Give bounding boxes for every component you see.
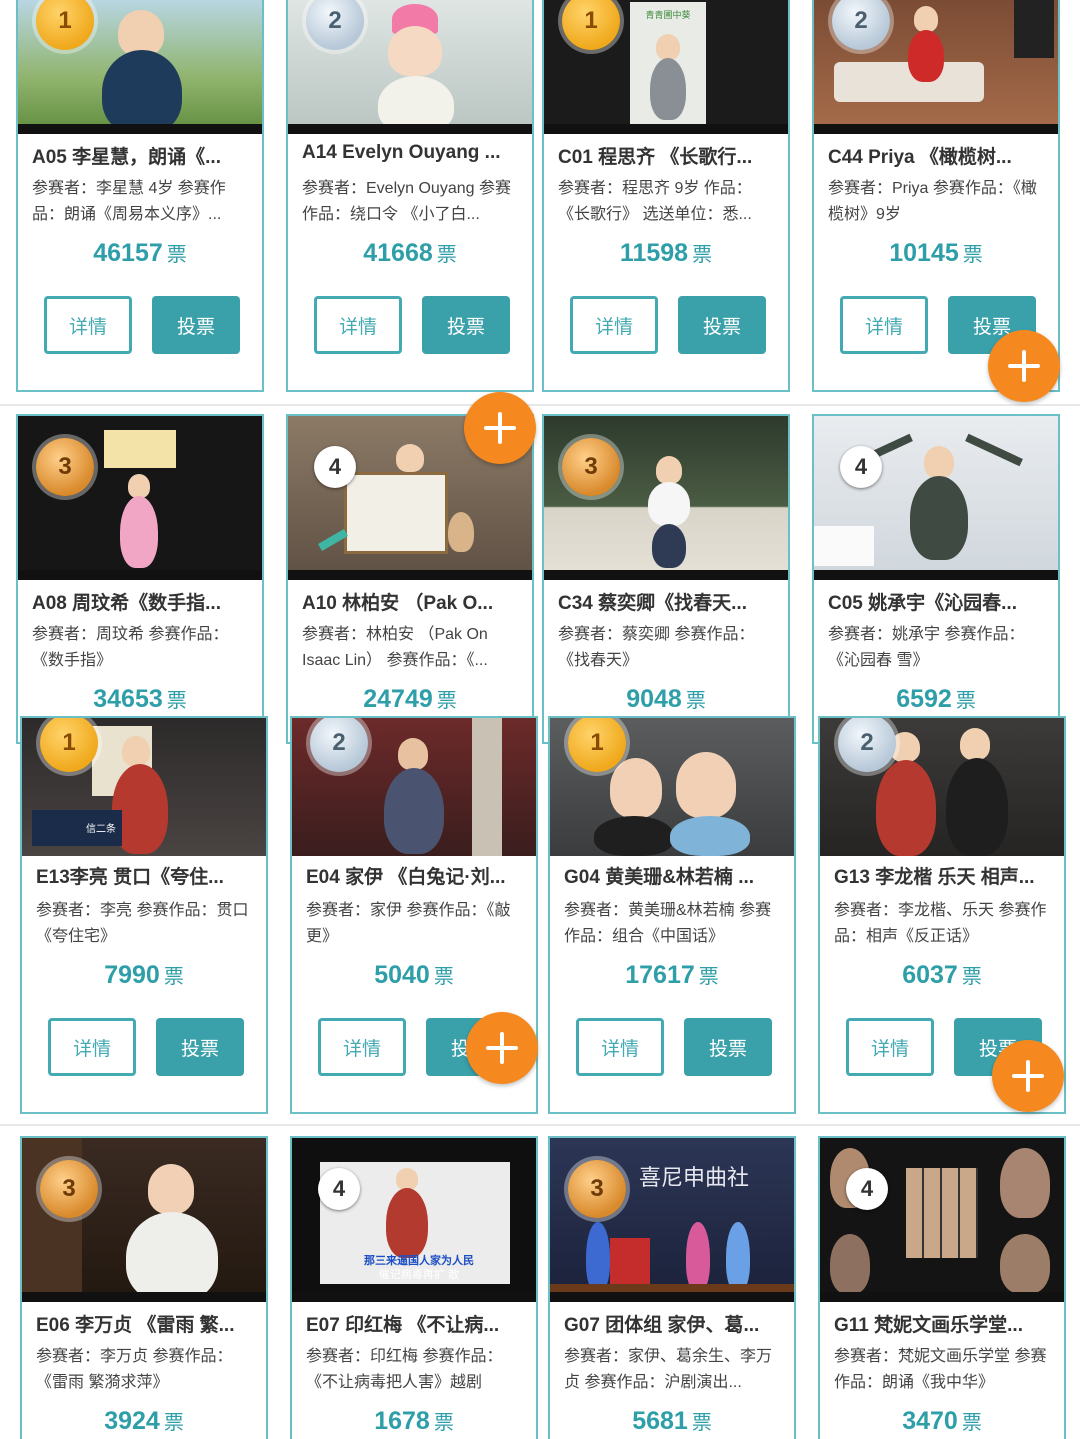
vote-count: 11598 票 [619,239,713,267]
thumbnail-caption: 信二条 [86,824,116,835]
entry-title: C44 Priya 《橄榄树... [828,147,1012,168]
rank-medal-icon: 3 [562,438,620,496]
rank-medal-icon: 3 [36,438,94,496]
rank-medal-icon: 1 [568,718,626,772]
detail-button[interactable]: 详情 [840,296,928,354]
entry-card: 喜尼申曲社 3 G07 团体组 家伊、葛... 参赛者：家伊、葛余生、李万贞 参… [548,1136,796,1439]
entry-description: 参赛者：程思齐 9岁 作品：《长歌行》 选送单位：悉... [558,180,752,223]
vote-count: 3924 票 [104,1407,184,1435]
vote-count: 3470 票 [902,1407,982,1435]
entry-title: G11 梵妮文画乐学堂... [834,1315,1023,1336]
entry-title: A10 林柏安 （Pak O... [302,593,494,614]
entry-title: G04 黄美珊&林若楠 ... [564,867,755,888]
thumbnail-caption: 喜尼申曲社 [638,1166,749,1191]
vote-button[interactable]: 投票 [152,296,240,354]
entry-description: 参赛者：梵妮文画乐学堂 参赛作品：朗诵《我中华》 [834,1348,1047,1391]
vote-count: 1678 票 [374,1407,454,1435]
entry-thumbnail[interactable] [814,416,1058,580]
vote-count: 6592 票 [896,685,976,713]
entry-description: 参赛者：李龙楷、乐天 参赛作品：相声《反正话》 [834,902,1047,945]
entry-description: 参赛者：姚承宇 参赛作品：《沁园春 雪》 [828,626,1025,669]
vote-count: 10145 票 [889,239,983,267]
entry-title: A08 周玟希《数手指... [32,593,221,614]
entry-title: A05 李星慧，朗诵《... [32,147,221,168]
entry-description: 参赛者：黄美珊&林若楠 参赛作品：组合《中国话》 [564,902,772,945]
vote-count: 9048 票 [626,685,706,713]
detail-button[interactable]: 详情 [44,296,132,354]
entry-card: 1 G04 黄美珊&林若楠 ... 参赛者：黄美珊&林若楠 参赛作品：组合《中国… [548,716,796,1114]
entry-title: E07 印红梅 《不让病... [306,1315,500,1336]
vote-count: 7990 票 [104,961,184,989]
row-divider [0,1124,1080,1126]
entry-title: C01 程思齐 《长歌行... [558,147,753,168]
entry-card: 那三来逼国人家为人民 催记病毒再扩 散 4 E07 印红梅 《不让病... 参赛… [290,1136,538,1439]
detail-button[interactable]: 详情 [846,1018,934,1076]
rank-medal-icon: 4 [840,446,882,488]
entry-title: E13李亮 贯口《夸住... [36,867,224,888]
entry-description: 参赛者：蔡奕卿 参赛作品：《找春天》 [558,626,755,669]
vote-count: 5681 票 [632,1407,712,1435]
rank-medal-icon: 2 [310,718,368,772]
entry-description: 参赛者：李星慧 4岁 参赛作品：朗诵《周易本义序》... [32,180,226,223]
detail-button[interactable]: 详情 [576,1018,664,1076]
entry-title: C34 蔡奕卿《找春天... [558,593,747,614]
vote-count: 34653 票 [93,685,187,713]
entry-title: C05 姚承宇《沁园春... [828,593,1017,614]
entry-card: 3 A08 周玟希《数手指... 参赛者：周玟希 参赛作品：《数手指》 3465… [16,414,264,744]
entry-description: 参赛者：Evelyn Ouyang 参赛作品：绕口令 《小了白... [302,180,511,223]
entry-card: 4 C05 姚承宇《沁园春... 参赛者：姚承宇 参赛作品：《沁园春 雪》 65… [812,414,1060,744]
entry-title: G13 李龙楷 乐天 相声... [834,867,1035,888]
plus-icon[interactable] [466,1012,538,1084]
vote-button[interactable]: 投票 [422,296,510,354]
detail-button[interactable]: 详情 [570,296,658,354]
vote-count: 41668 票 [363,239,457,267]
entry-thumbnail[interactable] [820,1138,1064,1302]
rank-medal-icon: 4 [314,446,356,488]
vote-button[interactable]: 投票 [678,296,766,354]
entry-title: E04 家伊 《白兔记·刘... [306,867,506,888]
rank-medal-icon: 2 [838,718,896,772]
entry-title: A14 Evelyn Ouyang ... [302,142,501,163]
entry-description: 参赛者：家伊 参赛作品：《敲更》 [306,902,511,945]
vote-count: 46157 票 [93,239,187,267]
entry-card: 3 C34 蔡奕卿《找春天... 参赛者：蔡奕卿 参赛作品：《找春天》 9048… [542,414,790,744]
vote-button[interactable]: 投票 [156,1018,244,1076]
vote-count: 24749 票 [363,685,457,713]
entry-description: 参赛者：Priya 参赛作品：《橄榄树》9岁 [828,180,1037,223]
entry-card: 3 E06 李万贞 《雷雨 繁... 参赛者：李万贞 参赛作品：《雷雨 繁漪求萍… [20,1136,268,1439]
entry-card: 青青圃中葵 1 C01 程思齐 《长歌行... 参赛者：程思齐 9岁 作品：《长… [542,0,790,392]
plus-icon[interactable] [464,392,536,464]
entry-title: G07 团体组 家伊、葛... [564,1315,760,1336]
entry-description: 参赛者：林柏安 （Pak On Isaac Lin） 参赛作品：《... [302,626,488,669]
entry-description: 参赛者：印红梅 参赛作品：《不让病毒把人害》越剧 [306,1348,503,1391]
entry-description: 参赛者：周玟希 参赛作品：《数手指》 [32,626,229,669]
plus-icon[interactable] [988,330,1060,402]
entry-title: E06 李万贞 《雷雨 繁... [36,1315,235,1336]
detail-button[interactable]: 详情 [314,296,402,354]
vote-count: 17617 票 [625,961,719,989]
entry-card: 2 A14 Evelyn Ouyang ... 参赛者：Evelyn Ouyan… [286,0,534,392]
entry-card: 信二条 1 E13李亮 贯口《夸住... 参赛者：李亮 参赛作品：贯口《夸住宅》… [20,716,268,1114]
row-divider [0,404,1080,406]
entry-card: 1 A05 李星慧，朗诵《... 参赛者：李星慧 4岁 参赛作品：朗诵《周易本义… [16,0,264,392]
entry-description: 参赛者：李亮 参赛作品：贯口《夸住宅》 [36,902,249,945]
rank-medal-icon: 3 [568,1160,626,1218]
rank-medal-icon: 4 [318,1168,360,1210]
entry-description: 参赛者：李万贞 参赛作品：《雷雨 繁漪求萍》 [36,1348,233,1391]
rank-medal-icon: 3 [40,1160,98,1218]
rank-medal-icon: 1 [40,718,98,772]
vote-count: 6037 票 [902,961,982,989]
entry-thumbnail[interactable]: 那三来逼国人家为人民 催记病毒再扩 散 [292,1138,536,1302]
rank-medal-icon: 4 [846,1168,888,1210]
thumbnail-caption: 青青圃中葵 [645,11,691,21]
detail-button[interactable]: 详情 [318,1018,406,1076]
vote-count: 5040 票 [374,961,454,989]
detail-button[interactable]: 详情 [48,1018,136,1076]
vote-button[interactable]: 投票 [684,1018,772,1076]
plus-icon[interactable] [992,1040,1064,1112]
thumbnail-caption: 催记病毒再扩 散 [378,1268,460,1281]
entry-card: 4 G11 梵妮文画乐学堂... 参赛者：梵妮文画乐学堂 参赛作品：朗诵《我中华… [818,1136,1066,1439]
entry-description: 参赛者：家伊、葛余生、李万贞 参赛作品：沪剧演出... [564,1348,773,1391]
